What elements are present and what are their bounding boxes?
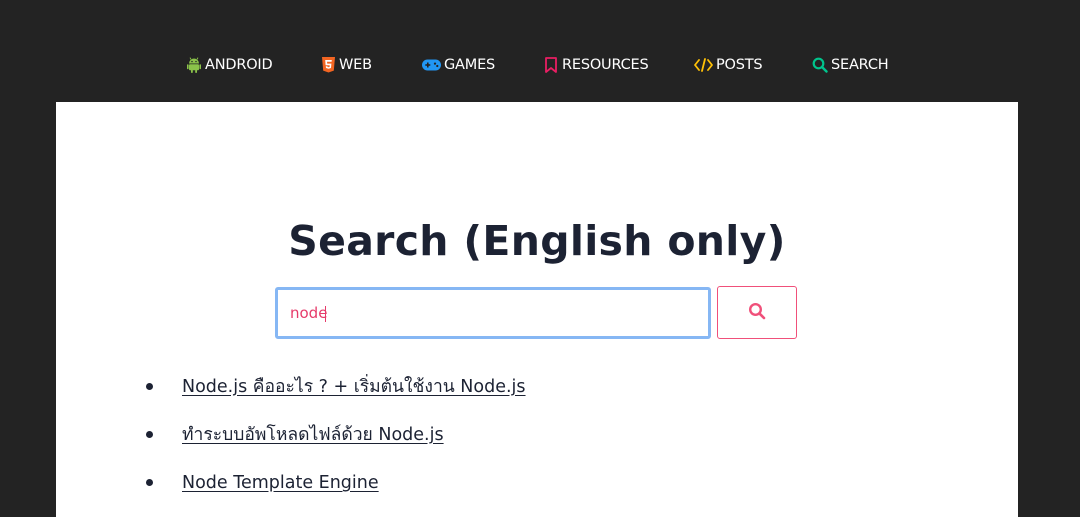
bookmark-icon — [543, 56, 559, 74]
page: ANDROID WEB GAMES RESOURCES POSTS SEARCH… — [0, 0, 1080, 517]
result-link[interactable]: ทำระบบอัพโหลดไฟล์ด้วย Node.js — [182, 423, 444, 447]
search-button[interactable] — [717, 286, 797, 339]
result-link[interactable]: Node Template Engine — [182, 471, 379, 495]
bullet — [146, 431, 153, 438]
gamepad-icon — [421, 56, 441, 74]
top-nav: ANDROID WEB GAMES RESOURCES POSTS SEARCH — [0, 0, 1080, 102]
nav-item-label: GAMES — [444, 57, 496, 73]
nav-item-label: SEARCH — [831, 57, 889, 73]
nav-item-label: POSTS — [716, 57, 763, 73]
nav-item-android[interactable]: ANDROID — [186, 54, 273, 76]
result-link[interactable]: Node.js คืออะไร ? + เริ่มต้นใช้งาน Node.… — [182, 375, 526, 399]
android-icon — [186, 56, 202, 74]
nav-item-label: ANDROID — [205, 57, 273, 73]
nav-item-label: RESOURCES — [562, 57, 649, 73]
code-icon — [693, 56, 713, 74]
nav-item-posts[interactable]: POSTS — [693, 54, 763, 76]
nav-item-search[interactable]: SEARCH — [812, 54, 889, 76]
nav-item-web[interactable]: WEB — [320, 54, 372, 76]
bullet — [146, 479, 153, 486]
page-title: Search (English only) — [288, 217, 786, 265]
search-icon — [812, 56, 828, 74]
nav-item-resources[interactable]: RESOURCES — [543, 54, 649, 76]
html5-icon — [320, 56, 336, 74]
text-caret — [325, 306, 326, 322]
search-input[interactable] — [275, 287, 711, 339]
nav-item-games[interactable]: GAMES — [421, 54, 495, 76]
nav-item-label: WEB — [339, 57, 372, 73]
main-card: Search (English only) Node.js คืออะไร ? … — [56, 102, 1018, 517]
bullet — [146, 383, 153, 390]
search-icon — [748, 302, 766, 323]
